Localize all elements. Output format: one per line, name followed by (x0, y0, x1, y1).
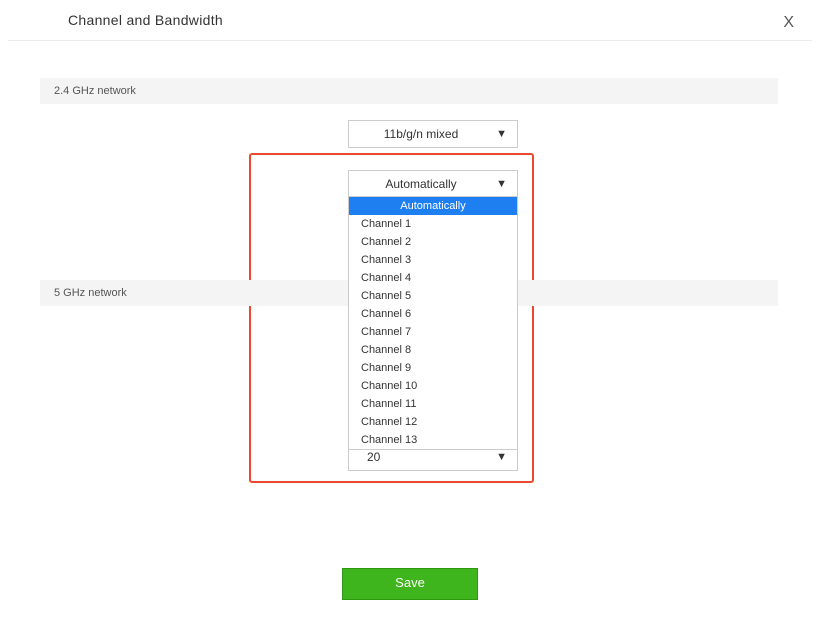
dropdown-option[interactable]: Channel 2 (349, 233, 517, 251)
wifi-channel-24-value: Automatically (349, 171, 493, 197)
dropdown-option[interactable]: Channel 1 (349, 215, 517, 233)
section-24ghz: 2.4 GHz network (40, 78, 778, 104)
dropdown-option[interactable]: Channel 12 (349, 413, 517, 431)
network-mode-24-select[interactable]: 11b/g/n mixed ▼ (348, 120, 518, 148)
dropdown-option[interactable]: Channel 6 (349, 305, 517, 323)
dropdown-option[interactable]: Channel 3 (349, 251, 517, 269)
close-button[interactable]: X (783, 14, 794, 32)
page-title: Channel and Bandwidth (68, 12, 223, 28)
dropdown-option[interactable]: Channel 7 (349, 323, 517, 341)
dropdown-option[interactable]: Channel 10 (349, 377, 517, 395)
dropdown-option[interactable]: Channel 4 (349, 269, 517, 287)
header-divider (8, 40, 812, 41)
chevron-down-icon: ▼ (496, 128, 507, 140)
dropdown-option[interactable]: Channel 13 (349, 431, 517, 449)
dropdown-option[interactable]: Channel 8 (349, 341, 517, 359)
dropdown-option[interactable]: Channel 9 (349, 359, 517, 377)
dropdown-option[interactable]: Channel 11 (349, 395, 517, 413)
dropdown-option[interactable]: Channel 5 (349, 287, 517, 305)
save-button[interactable]: Save (342, 568, 478, 600)
dropdown-option[interactable]: Automatically (349, 197, 517, 215)
chevron-down-icon: ▼ (496, 451, 507, 463)
network-mode-24-value: 11b/g/n mixed (349, 121, 493, 147)
chevron-down-icon: ▼ (496, 178, 507, 190)
wifi-channel-24-select[interactable]: Automatically ▼ (348, 170, 518, 198)
wifi-channel-24-dropdown[interactable]: Automatically Channel 1 Channel 2 Channe… (348, 196, 518, 450)
